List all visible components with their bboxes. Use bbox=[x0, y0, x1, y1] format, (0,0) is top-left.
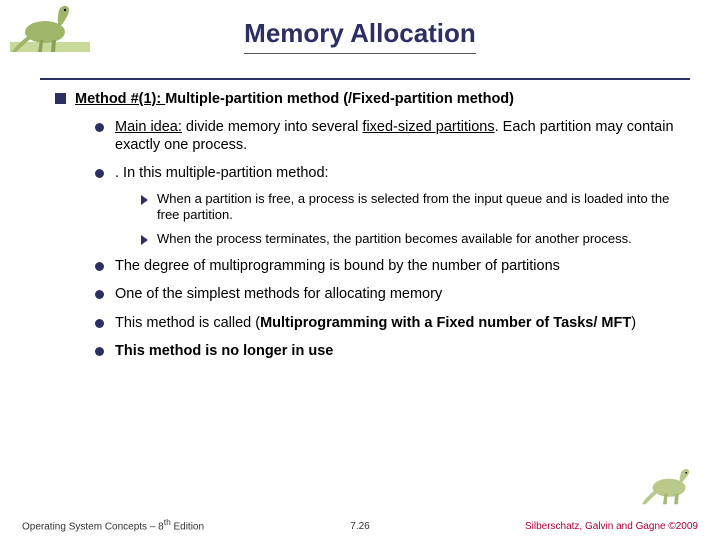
footer-left-sup: th bbox=[164, 517, 171, 527]
called-pre: This method is called ( bbox=[115, 315, 260, 331]
triangle-bullet-icon bbox=[141, 195, 148, 205]
bullet-simplest: One of the simplest methods for allocati… bbox=[95, 285, 690, 303]
disc-bullet-icon bbox=[95, 319, 104, 328]
simplest-text: One of the simplest methods for allocati… bbox=[115, 286, 442, 302]
disc-bullet-icon bbox=[95, 290, 104, 299]
main-idea-em: fixed-sized partitions bbox=[362, 119, 494, 135]
disc-bullet-icon bbox=[95, 347, 104, 356]
bullet-degree: The degree of multiprogramming is bound … bbox=[95, 257, 690, 275]
footer-copyright: Silberschatz, Galvin and Gagne ©2009 bbox=[525, 521, 698, 532]
in-method-text: . In this multiple-partition method: bbox=[115, 165, 329, 181]
disc-bullet-icon bbox=[95, 169, 104, 178]
sub2-text: When the process terminates, the partiti… bbox=[157, 231, 632, 246]
page-title: Memory Allocation bbox=[244, 18, 476, 54]
called-post: ) bbox=[631, 315, 636, 331]
sub-bullet-free-partition: When a partition is free, a process is s… bbox=[141, 191, 690, 224]
footer-left-a: Operating System Concepts – 8 bbox=[22, 521, 164, 532]
title-bar: Memory Allocation bbox=[0, 0, 720, 60]
content-area: Method #(1): Multiple-partition method (… bbox=[55, 90, 690, 376]
footer-left-tail: Edition bbox=[171, 521, 204, 532]
called-em: Multiprogramming with a Fixed number of … bbox=[260, 315, 631, 331]
method-label: Method #(1): bbox=[75, 91, 165, 107]
bullet-method-headline: Method #(1): Multiple-partition method (… bbox=[55, 90, 690, 360]
bullet-nouse: This method is no longer in use bbox=[95, 342, 690, 360]
sub-bullet-terminate: When the process terminates, the partiti… bbox=[141, 231, 690, 247]
bullet-main-idea: Main idea: divide memory into several fi… bbox=[95, 118, 690, 154]
square-bullet-icon bbox=[55, 93, 66, 104]
triangle-bullet-icon bbox=[141, 235, 148, 245]
method-desc: Multiple-partition method (/Fixed-partit… bbox=[165, 91, 514, 107]
disc-bullet-icon bbox=[95, 262, 104, 271]
slide: Memory Allocation Method #(1): Multiple-… bbox=[0, 0, 720, 540]
dino-top-icon bbox=[10, 2, 90, 57]
footer-page-number: 7.26 bbox=[350, 521, 369, 532]
degree-text: The degree of multiprogramming is bound … bbox=[115, 258, 560, 274]
bullet-called: This method is called (Multiprogramming … bbox=[95, 314, 690, 332]
sub1-text: When a partition is free, a process is s… bbox=[157, 191, 669, 222]
main-idea-prefix: Main idea: bbox=[115, 119, 182, 135]
title-rule bbox=[40, 78, 690, 80]
disc-bullet-icon bbox=[95, 123, 104, 132]
main-idea-mid: divide memory into several bbox=[182, 119, 363, 135]
footer-left: Operating System Concepts – 8th Edition bbox=[22, 517, 204, 532]
nouse-text: This method is no longer in use bbox=[115, 343, 333, 359]
bullet-in-method: . In this multiple-partition method: Whe… bbox=[95, 164, 690, 247]
dino-bottom-icon bbox=[642, 467, 702, 508]
